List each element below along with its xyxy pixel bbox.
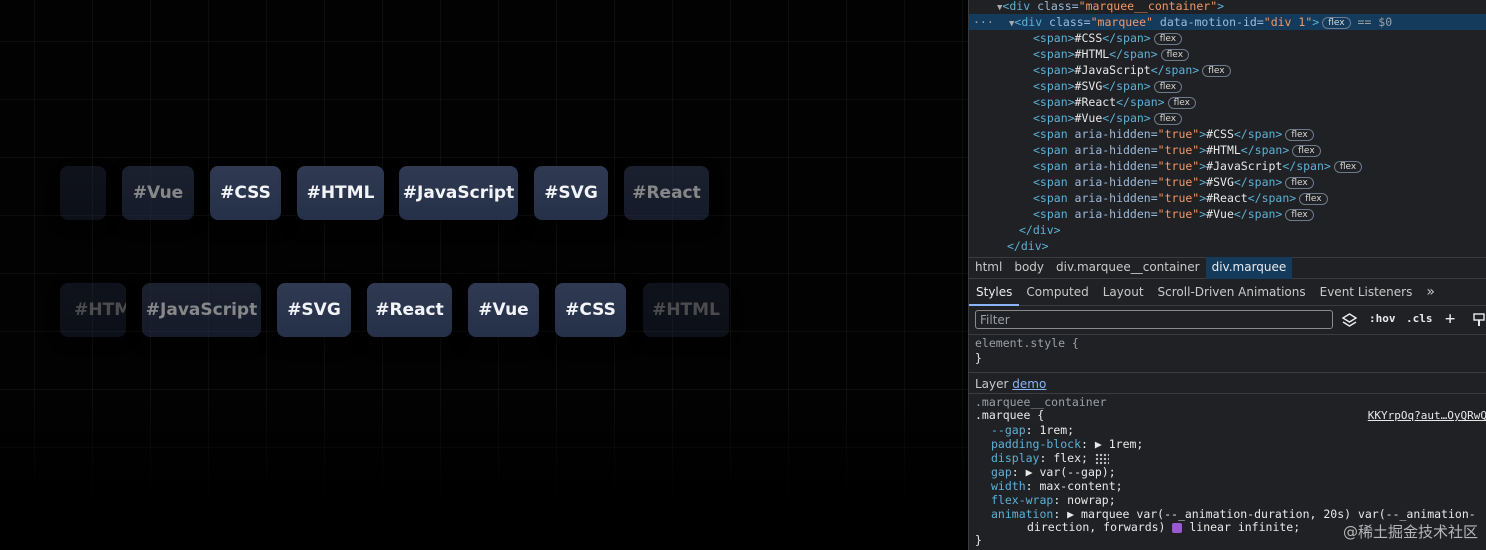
layer-row: Layer demo <box>969 372 1486 394</box>
marquee-tag: #SVG <box>534 166 608 220</box>
layers-icon[interactable] <box>1342 313 1357 328</box>
flex-badge[interactable]: flex <box>1292 144 1321 157</box>
element-style-close: } <box>975 351 982 365</box>
dom-node-span-hidden[interactable]: <span aria-hidden="true">#SVG</span> flex <box>969 174 1486 190</box>
marquee-tag: #JavaScript <box>399 166 518 220</box>
flex-badge[interactable]: flex <box>1160 48 1190 61</box>
dom-close-container[interactable]: </div> <box>969 238 1486 254</box>
marquee-tag: #HTML <box>297 166 384 220</box>
marquee-row-2: #HTML #JavaScript #SVG #React #Vue #CSS … <box>0 283 968 337</box>
tab-computed[interactable]: Computed <box>1019 280 1095 306</box>
layer-link-demo[interactable]: demo <box>1012 377 1046 391</box>
marquee-tag: #Vue <box>468 283 539 337</box>
tab-layout[interactable]: Layout <box>1096 280 1151 306</box>
flex-badge[interactable]: flex <box>1322 16 1351 29</box>
dom-node-span-hidden[interactable]: <span aria-hidden="true">#JavaScript</sp… <box>969 158 1486 174</box>
dom-node-container[interactable]: ▼<div class="marquee__container"> <box>969 0 1486 14</box>
styles-pane: element.style { } Layer demo .marquee__c… <box>969 334 1486 550</box>
flex-badge[interactable]: flex <box>1299 192 1328 205</box>
watermark: @稀土掘金技术社区 <box>1342 523 1478 541</box>
flex-badge[interactable]: flex <box>1202 64 1231 77</box>
marquee-tag: #CSS <box>555 283 626 337</box>
dom-node-marquee-selected[interactable]: ··· ▼<div class="marquee" data-motion-id… <box>969 14 1486 30</box>
flex-badge[interactable]: flex <box>1285 176 1314 189</box>
dom-node-span[interactable]: <span>#Vue</span> flex <box>969 110 1486 126</box>
flex-badge[interactable]: flex <box>1285 128 1314 141</box>
paint-brush-icon[interactable] <box>1472 313 1486 327</box>
marquee-tag: #JavaScript <box>142 283 261 337</box>
elements-tree[interactable]: ▼<div class="marquee__container"> ··· ▼<… <box>969 0 1486 256</box>
marquee-tag <box>60 166 106 220</box>
breadcrumb-html[interactable]: html <box>969 257 1008 279</box>
marquee-tag: #SVG <box>277 283 351 337</box>
easing-editor-icon[interactable] <box>1172 522 1183 533</box>
parent-selector: .marquee__container <box>975 395 1107 409</box>
dom-node-span[interactable]: <span>#React</span> flex <box>969 94 1486 110</box>
css-rule[interactable]: flex-wrap: nowrap; <box>991 493 1116 507</box>
flex-badge[interactable]: flex <box>1285 208 1314 221</box>
css-rule[interactable]: animation: ▶ marquee var(--_animation-du… <box>991 507 1476 521</box>
mouse-cursor-icon <box>868 508 882 528</box>
dom-node-span[interactable]: <span>#SVG</span> flex <box>969 78 1486 94</box>
css-rule[interactable]: gap: ▶ var(--gap); <box>991 465 1116 479</box>
flex-badge[interactable]: flex <box>1153 32 1183 45</box>
breadcrumb-marquee[interactable]: div.marquee <box>1205 257 1293 279</box>
more-tabs-icon[interactable]: » <box>1419 280 1442 306</box>
layer-label: Layer <box>975 377 1009 391</box>
flex-badge[interactable]: flex <box>1167 96 1196 109</box>
dom-node-span-hidden[interactable]: <span aria-hidden="true">#HTML</span> fle… <box>969 142 1486 158</box>
flexbox-editor-icon[interactable] <box>1094 452 1109 465</box>
stylesheet-source-link[interactable]: KKYrpOq?aut…OyQRwQ <box>1368 409 1486 422</box>
dom-close-marquee[interactable]: </div> <box>969 222 1486 238</box>
devtools-panel: ▼<div class="marquee__container"> ··· ▼<… <box>968 0 1486 550</box>
rule-close: } <box>975 533 982 547</box>
flex-badge[interactable]: flex <box>1333 160 1363 173</box>
flex-badge[interactable]: flex <box>1153 80 1183 93</box>
breadcrumb: html body div.marquee__container div.mar… <box>969 257 1486 279</box>
filter-input[interactable] <box>975 310 1333 329</box>
css-rule[interactable]: width: max-content; <box>991 479 1123 493</box>
css-rule-continuation: direction, forwards) linear infinite; <box>1027 520 1301 534</box>
css-rule[interactable]: display: flex; <box>991 451 1109 465</box>
marquee-tag: #React <box>367 283 452 337</box>
hov-button[interactable]: :hov <box>1369 312 1396 325</box>
breadcrumb-container[interactable]: div.marquee__container <box>1050 257 1206 279</box>
dom-node-span-hidden[interactable]: <span aria-hidden="true">#Vue</span> flex <box>969 206 1486 222</box>
devtools-tabs: Styles Computed Layout Scroll-Driven Ani… <box>969 280 1486 306</box>
dom-node-span[interactable]: <span>#HTML</span> flex <box>969 46 1486 62</box>
marquee-tag: #React <box>624 166 709 220</box>
styles-toolbar: :hov .cls + <box>969 307 1486 333</box>
dom-node-span-hidden[interactable]: <span aria-hidden="true">#CSS</span> flex <box>969 126 1486 142</box>
element-style-selector[interactable]: element.style { <box>975 336 1079 350</box>
css-rule[interactable]: padding-block: ▶ 1rem; <box>991 437 1143 451</box>
marquee-row-1: #Vue #CSS #HTML #JavaScript #SVG #React <box>0 166 968 220</box>
dom-node-span-hidden[interactable]: <span aria-hidden="true">#React</span> fl… <box>969 190 1486 206</box>
css-rule[interactable]: --gap: 1rem; <box>991 423 1074 437</box>
breadcrumb-body[interactable]: body <box>1008 257 1050 279</box>
tab-scroll-driven-animations[interactable]: Scroll-Driven Animations <box>1151 280 1313 306</box>
marquee-tag: #CSS <box>210 166 281 220</box>
tab-styles[interactable]: Styles <box>969 280 1020 306</box>
flex-badge[interactable]: flex <box>1153 112 1183 125</box>
marquee-tag: #HTML <box>643 283 729 337</box>
more-options-icon[interactable]: ··· <box>973 14 994 30</box>
dom-node-span[interactable]: <span>#CSS</span> flex <box>969 30 1486 46</box>
rule-selector[interactable]: .marquee { <box>975 408 1044 422</box>
dom-node-span[interactable]: <span>#JavaScript</span> flex <box>969 62 1486 78</box>
tab-event-listeners[interactable]: Event Listeners <box>1313 280 1420 306</box>
cls-button[interactable]: .cls <box>1406 312 1433 325</box>
marquee-tag: #Vue <box>122 166 194 220</box>
marquee-tag-clipped-text: #HTML <box>74 300 126 320</box>
new-rule-button[interactable]: + <box>1445 309 1455 329</box>
marquee-tag: #HTML <box>60 283 126 337</box>
demo-preview: #Vue #CSS #HTML #JavaScript #SVG #React … <box>0 0 968 550</box>
